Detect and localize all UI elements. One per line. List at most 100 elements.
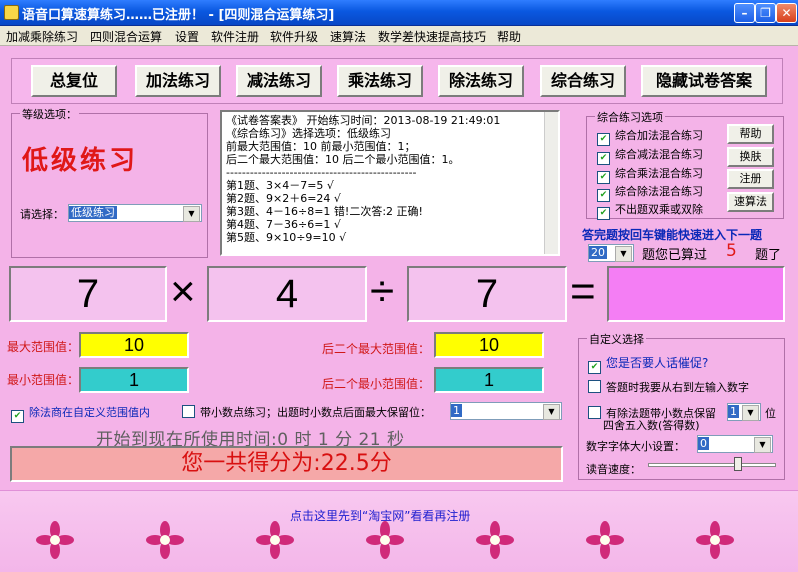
max2-range-label: 后二个最大范围值： xyxy=(322,342,431,356)
chevron-down-icon[interactable]: ▼ xyxy=(754,437,771,453)
menu-upgrade[interactable]: 软件升级 xyxy=(270,28,318,45)
sheet-line: 第4题、7－36÷6=1 √ xyxy=(226,218,341,231)
app-icon xyxy=(4,5,19,20)
current-level: 低级练习 xyxy=(22,146,139,176)
sheet-line: 前最大范围值：10 前最小范围值：1； xyxy=(226,140,416,153)
font-size-label: 数字字体大小设置： xyxy=(586,440,685,453)
sheet-line: 《综合练习》选择选项：低级练习 xyxy=(226,127,391,140)
min2-range-label: 后二个最小范围值： xyxy=(322,377,431,391)
sheet-line: 第5题、9×10÷9=10 √ xyxy=(226,231,347,244)
chevron-down-icon[interactable]: ▼ xyxy=(183,206,200,222)
min2-range-input[interactable]: 1 xyxy=(434,367,544,393)
operand-a: 7 xyxy=(9,266,167,322)
mixed-sub-checkbox[interactable]: ✔ 综合减法混合练习 xyxy=(597,146,703,165)
mixed-mul-checkbox[interactable]: ✔ 综合乘法混合练习 xyxy=(597,165,703,184)
menu-register[interactable]: 软件注册 xyxy=(211,28,259,45)
div-in-range-checkbox[interactable]: ✔ 除法商在自定义范围值内 xyxy=(11,404,150,423)
answer-sheet-scrollbar[interactable] xyxy=(544,112,558,254)
div-practice-button[interactable]: 除法练习 xyxy=(438,65,524,97)
rounding-select[interactable]: 1 ▼ xyxy=(727,403,761,421)
decimal-places-select[interactable]: 1 ▼ xyxy=(450,402,562,420)
checkbox-label: 综合乘法混合练习 xyxy=(615,167,703,180)
sheet-line: 后二个最大范围值：10 后二个最小范围值：1。 xyxy=(226,153,460,166)
flower-ornament-icon xyxy=(36,521,74,559)
flower-ornament-icon xyxy=(586,521,624,559)
divide-sign: ÷ xyxy=(370,267,395,316)
answer-input[interactable] xyxy=(607,266,785,322)
answer-sheet[interactable]: 《试卷答案表》 开始练习时间：2013-08-19 21:49:01 《综合练习… xyxy=(220,110,560,256)
voice-prompt-checkbox[interactable]: ✔ 您是否要人话催促? xyxy=(588,354,708,374)
level-select-value: 低级练习 xyxy=(69,206,117,219)
mixed-options-title: 综合练习选项 xyxy=(595,109,665,125)
add-practice-button[interactable]: 加法练习 xyxy=(135,65,221,97)
checkbox-label: 除法商在自定义范围值内 xyxy=(29,406,150,419)
flower-ornament-icon xyxy=(256,521,294,559)
custom-group-title: 自定义选择 xyxy=(587,331,646,347)
level-group-title: 等级选项： xyxy=(20,106,79,122)
checkmark-icon: ✔ xyxy=(597,152,610,165)
sheet-line: ----------------------------------------… xyxy=(226,166,417,179)
checkmark-icon: ✔ xyxy=(597,133,610,146)
speed-slider-thumb[interactable] xyxy=(734,457,743,471)
sheet-line: 第3题、4－16÷8=1 错!二次答:2 正确! xyxy=(226,205,423,218)
speed-slider-track[interactable] xyxy=(648,463,776,467)
mixed-add-checkbox[interactable]: ✔ 综合加法混合练习 xyxy=(597,127,703,146)
mul-practice-button[interactable]: 乘法练习 xyxy=(337,65,423,97)
mixed-div-checkbox[interactable]: ✔ 综合除法混合练习 xyxy=(597,183,703,202)
checkbox-box xyxy=(182,405,195,418)
operand-b: 4 xyxy=(207,266,367,322)
level-select-label: 请选择： xyxy=(20,208,64,221)
help-button[interactable]: 帮助 xyxy=(727,124,774,144)
min-range-label: 最小范围值： xyxy=(7,373,80,387)
menu-add-sub-mul-div[interactable]: 加减乘除练习 xyxy=(6,28,78,45)
rounding-value: 1 xyxy=(728,405,739,418)
menu-quick-method[interactable]: 速算法 xyxy=(330,28,366,45)
flower-ornament-icon xyxy=(476,521,514,559)
flower-ornament-icon xyxy=(146,521,184,559)
equals-sign: = xyxy=(570,267,596,316)
speed-label: 读音速度： xyxy=(586,463,641,476)
checkmark-icon: ✔ xyxy=(11,410,24,423)
decimal-checkbox[interactable]: 带小数点练习；出题时小数点后面最大保留位： xyxy=(182,404,431,420)
restore-icon[interactable]: ❐ xyxy=(755,3,776,23)
done-count: 5 xyxy=(726,241,737,261)
checkbox-label: 您是否要人话催促? xyxy=(606,356,709,370)
minimize-icon[interactable]: – xyxy=(734,3,755,23)
menu-settings[interactable]: 设置 xyxy=(175,28,199,45)
max-range-label: 最大范围值： xyxy=(7,340,80,354)
close-icon[interactable]: ✕ xyxy=(776,3,797,23)
max-range-input[interactable]: 10 xyxy=(79,332,189,358)
operand-c: 7 xyxy=(407,266,567,322)
min-range-input[interactable]: 1 xyxy=(79,367,189,393)
checkbox-label: 综合除法混合练习 xyxy=(615,185,703,198)
checkbox-label: 综合加法混合练习 xyxy=(615,129,703,142)
no-double-checkbox[interactable]: ✔ 不出题双乘或双除 xyxy=(597,201,703,220)
max2-range-input[interactable]: 10 xyxy=(434,332,544,358)
mixed-practice-button[interactable]: 综合练习 xyxy=(540,65,626,97)
chevron-down-icon[interactable]: ▼ xyxy=(615,246,632,262)
checkbox-label: 带小数点练习；出题时小数点后面最大保留位： xyxy=(200,406,431,419)
question-count-select[interactable]: 20 ▼ xyxy=(588,244,634,262)
flower-ornament-icon xyxy=(696,521,734,559)
font-size-value: 0 xyxy=(698,437,709,450)
sheet-line: 第1题、3×4－7=5 √ xyxy=(226,179,334,192)
font-size-select[interactable]: 0 ▼ xyxy=(697,435,773,453)
menu-tips[interactable]: 数学差快速提高技巧 xyxy=(378,28,486,45)
reset-button[interactable]: 总复位 xyxy=(31,65,117,97)
flower-ornament-icon xyxy=(366,521,404,559)
register-button[interactable]: 注册 xyxy=(727,169,774,189)
right-to-left-checkbox[interactable]: 答题时我要从右到左输入数字 xyxy=(588,379,749,395)
multiply-sign: × xyxy=(170,267,196,316)
quick-method-button[interactable]: 速算法 xyxy=(727,192,774,212)
chevron-down-icon[interactable]: ▼ xyxy=(742,405,759,421)
level-select[interactable]: 低级练习 ▼ xyxy=(68,204,202,222)
sheet-line: 《试卷答案表》 开始练习时间：2013-08-19 21:49:01 xyxy=(226,114,501,127)
sub-practice-button[interactable]: 减法练习 xyxy=(236,65,322,97)
hide-answers-button[interactable]: 隐藏试卷答案 xyxy=(641,65,767,97)
skin-button[interactable]: 换肤 xyxy=(727,147,774,167)
chevron-down-icon[interactable]: ▼ xyxy=(543,404,560,420)
menu-mixed-ops[interactable]: 四则混合运算 xyxy=(90,28,162,45)
checkbox-box xyxy=(588,406,601,419)
progress-label: 题您已算过 xyxy=(642,248,708,263)
menu-help[interactable]: 帮助 xyxy=(497,28,521,45)
